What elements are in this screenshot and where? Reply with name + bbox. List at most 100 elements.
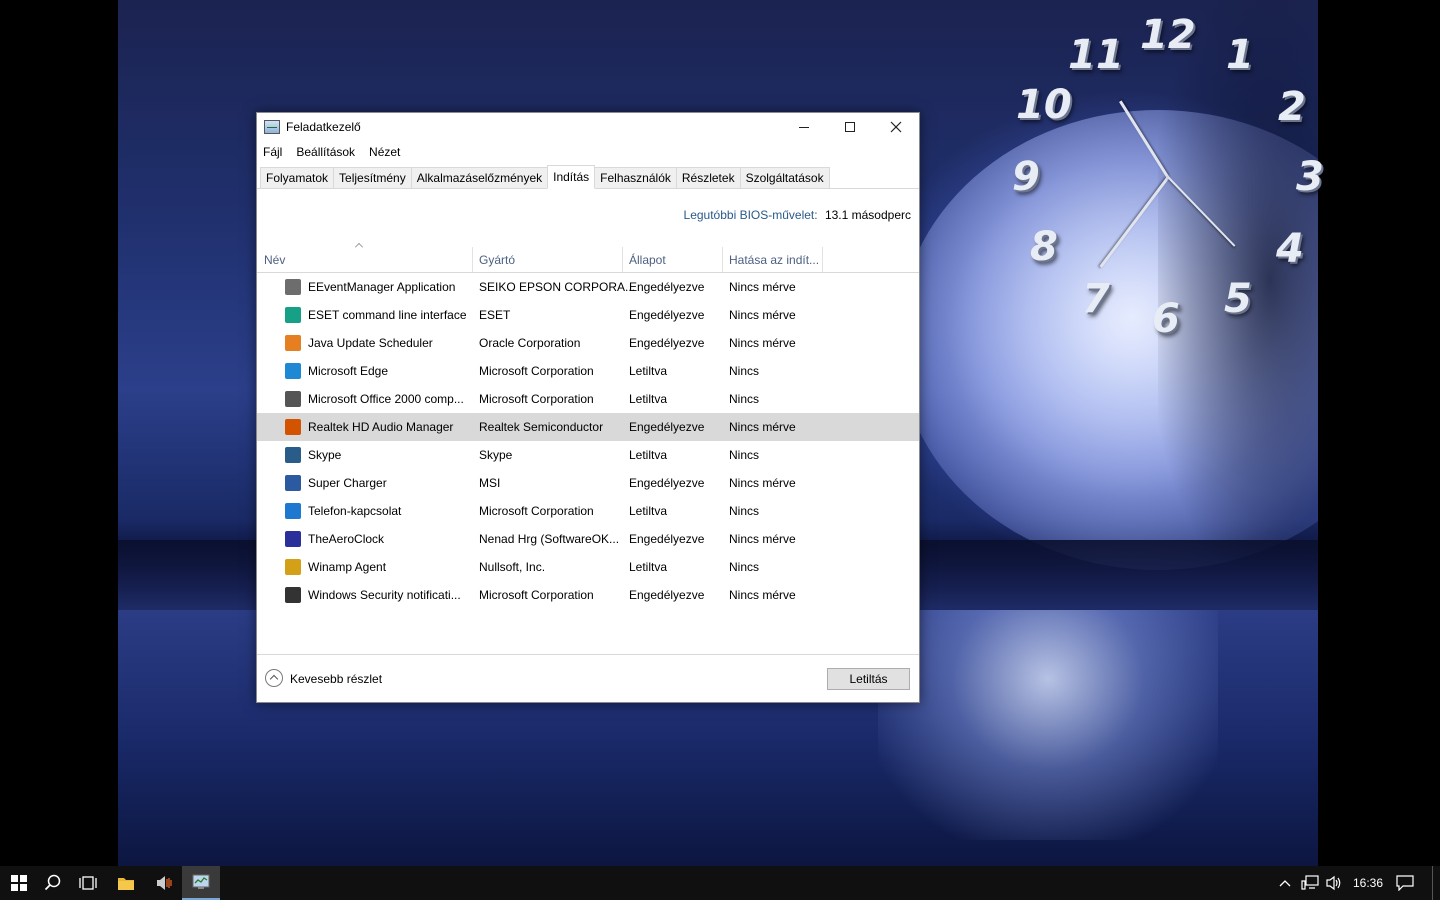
cell-status: Engedélyezve xyxy=(629,308,705,322)
table-row[interactable]: TheAeroClock Nenad Hrg (SoftwareOK... Enge… xyxy=(257,525,919,553)
maximize-button[interactable] xyxy=(827,113,873,141)
column-header-status[interactable]: Állapot xyxy=(629,253,666,267)
menu-view[interactable]: Nézet xyxy=(369,145,400,159)
realtek-audio-button[interactable] xyxy=(145,866,183,900)
edge-icon xyxy=(285,363,301,379)
column-header-name[interactable]: Név xyxy=(264,253,285,267)
column-divider[interactable] xyxy=(622,247,623,272)
column-header-publisher[interactable]: Gyártó xyxy=(479,253,515,267)
windows-logo-icon xyxy=(11,875,27,891)
cell-publisher: Oracle Corporation xyxy=(479,336,581,350)
footer: Kevesebb részlet Letiltás xyxy=(257,654,919,702)
cell-name: Telefon-kapcsolat xyxy=(308,504,402,518)
minimize-button[interactable] xyxy=(781,113,827,141)
cell-startup-impact: Nincs mérve xyxy=(729,532,796,546)
bios-time-info: Legutóbbi BIOS-művelet: 13.1 másodperc xyxy=(684,208,911,222)
cell-startup-impact: Nincs mérve xyxy=(729,420,796,434)
water-reflection xyxy=(878,610,1218,840)
tab-services[interactable]: Szolgáltatások xyxy=(739,167,830,188)
cell-startup-impact: Nincs mérve xyxy=(729,336,796,350)
office-icon xyxy=(285,391,301,407)
tab-details[interactable]: Részletek xyxy=(675,167,741,188)
tab-processes[interactable]: Folyamatok xyxy=(260,167,335,188)
cell-name: Super Charger xyxy=(308,476,387,490)
title-bar[interactable]: Feladatkezelő xyxy=(257,113,919,141)
clock-icon xyxy=(285,531,301,547)
volume-button[interactable] xyxy=(1322,866,1346,900)
show-hidden-icons-button[interactable] xyxy=(1274,866,1296,900)
table-row[interactable]: Microsoft Office 2000 comp... Microsoft C… xyxy=(257,385,919,413)
winamp-icon xyxy=(285,559,301,575)
volume-icon xyxy=(1326,875,1341,891)
cell-name: ESET command line interface xyxy=(308,308,467,322)
clock-number-5: 5 xyxy=(1224,276,1252,322)
tab-app-history[interactable]: Alkalmazáselőzmények xyxy=(410,167,549,188)
collapse-icon[interactable] xyxy=(265,669,283,687)
cell-status: Engedélyezve xyxy=(629,336,705,350)
start-button[interactable] xyxy=(0,866,38,900)
clock-number-6: 6 xyxy=(1152,296,1180,342)
clock-number-10: 10 xyxy=(1016,82,1072,128)
column-headers: Név Gyártó Állapot Hatása az indít... xyxy=(257,239,919,273)
clock-number-7: 7 xyxy=(1082,276,1110,322)
maximize-icon xyxy=(845,122,855,132)
table-row[interactable]: Super Charger MSI Engedélyezve Nincs mérve xyxy=(257,469,919,497)
table-row[interactable]: Realtek HD Audio Manager Realtek Semicond… xyxy=(257,413,919,441)
network-icon xyxy=(1301,875,1319,890)
clock-number-11: 11 xyxy=(1068,32,1124,78)
menu-settings[interactable]: Beállítások xyxy=(296,145,355,159)
table-row[interactable]: ESET command line interface ESET Engedélye… xyxy=(257,301,919,329)
network-button[interactable] xyxy=(1298,866,1322,900)
table-row[interactable]: Microsoft Edge Microsoft Corporation Letil… xyxy=(257,357,919,385)
cell-startup-impact: Nincs xyxy=(729,364,760,378)
clock-number-2: 2 xyxy=(1278,84,1306,130)
cell-status: Letiltva xyxy=(629,560,668,574)
cell-status: Letiltva xyxy=(629,392,668,406)
cell-name: Realtek HD Audio Manager xyxy=(308,420,454,434)
clock-number-9: 9 xyxy=(1012,154,1040,200)
cell-status: Engedélyezve xyxy=(629,280,705,294)
cell-publisher: ESET xyxy=(479,308,511,322)
taskbar-clock[interactable]: 16:36 xyxy=(1346,866,1390,900)
table-row[interactable]: Java Update Scheduler Oracle Corporation E… xyxy=(257,329,919,357)
realtek-icon xyxy=(285,419,301,435)
show-desktop-button[interactable] xyxy=(1432,866,1440,900)
table-row[interactable]: Telefon-kapcsolat Microsoft Corporation Le… xyxy=(257,497,919,525)
action-center-button[interactable] xyxy=(1392,866,1418,900)
cell-status: Engedélyezve xyxy=(629,532,705,546)
column-divider[interactable] xyxy=(722,247,723,272)
cell-startup-impact: Nincs xyxy=(729,448,760,462)
bios-time-label: Legutóbbi BIOS-művelet: xyxy=(683,208,818,222)
search-button[interactable] xyxy=(34,866,72,900)
clock-number-12: 12 xyxy=(1140,12,1196,58)
cell-publisher: Microsoft Corporation xyxy=(479,364,594,378)
menu-file[interactable]: Fájl xyxy=(263,145,282,159)
supercharger-icon xyxy=(285,475,301,491)
table-row[interactable]: Skype Skype Letiltva Nincs xyxy=(257,441,919,469)
chevron-up-icon xyxy=(1279,880,1291,887)
table-row[interactable]: EEventManager Application SEIKO EPSON COR… xyxy=(257,273,919,301)
tab-users[interactable]: Felhasználók xyxy=(594,167,677,188)
file-explorer-button[interactable] xyxy=(107,866,145,900)
disable-button[interactable]: Letiltás xyxy=(827,668,910,690)
table-row[interactable]: Winamp Agent Nullsoft, Inc. Letiltva Nincs xyxy=(257,553,919,581)
cell-startup-impact: Nincs mérve xyxy=(729,588,796,602)
cell-status: Engedélyezve xyxy=(629,420,705,434)
task-manager-taskbar-button[interactable] xyxy=(182,866,220,900)
task-manager-icon xyxy=(264,120,280,134)
window-title: Feladatkezelő xyxy=(286,120,361,134)
close-button[interactable] xyxy=(873,113,919,141)
cell-status: Engedélyezve xyxy=(629,588,705,602)
column-divider[interactable] xyxy=(472,247,473,272)
table-row[interactable]: Windows Security notificati... Microsoft … xyxy=(257,581,919,609)
clock-number-4: 4 xyxy=(1276,226,1304,272)
cell-name: EEventManager Application xyxy=(308,280,456,294)
column-header-startup-impact[interactable]: Hatása az indít... xyxy=(729,253,819,267)
task-manager-window[interactable]: Feladatkezelő Fájl Beállítások Nézet Fol… xyxy=(256,112,920,703)
tab-startup[interactable]: Indítás xyxy=(547,165,596,189)
task-view-button[interactable] xyxy=(69,866,107,900)
cell-startup-impact: Nincs xyxy=(729,560,760,574)
column-divider[interactable] xyxy=(822,247,823,272)
tab-performance[interactable]: Teljesítmény xyxy=(333,167,412,188)
fewer-details-link[interactable]: Kevesebb részlet xyxy=(290,672,382,686)
